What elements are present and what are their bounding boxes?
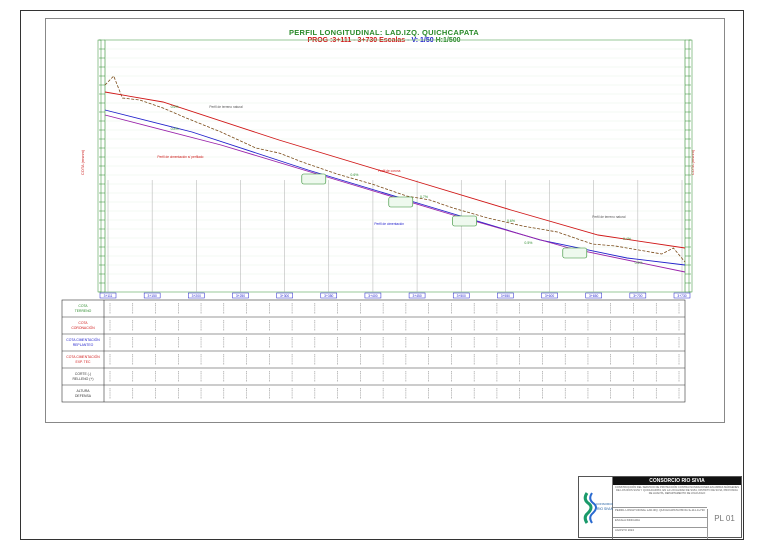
date-field: AGOSTO 2024 (613, 527, 707, 535)
note-callout (388, 196, 414, 208)
station-label: 3+111 (104, 294, 113, 298)
slope-label: 0.6% (171, 105, 179, 109)
table-row-label: TERRENO (75, 309, 92, 313)
station-label: 3+700 (633, 294, 642, 298)
station-labels: 3+111 3+150 3+200 3+250 3+300 3+350 3+400 3+450… (99, 292, 691, 299)
slope-label: 0.8% (171, 127, 179, 131)
slope-label: 0.6% (507, 219, 515, 223)
data-table: COTATERRENOCOTACORONACIÓNCOTA CIMENTACIÓ… (61, 299, 686, 403)
slope-label: 0.7% (420, 195, 428, 199)
fondo-line (104, 114, 686, 273)
station-label: 3+250 (236, 294, 245, 298)
table-row-label: COTA CIMENTACIÓN (66, 337, 100, 342)
note-terreno-top: Perfil de terreno natural (209, 105, 243, 109)
slope-labels: 0.6% 0.8% 0.6% 0.7% 0.6% 0.5% 0.4% 0.6% (171, 105, 643, 265)
station-label: 3+730 (677, 294, 686, 298)
station-label: 3+300 (280, 294, 289, 298)
table-row-label: COTA CIMENTACIÓN (66, 354, 100, 359)
cimentacion-line (104, 109, 686, 266)
table-row-label: CORTE (-) (75, 372, 91, 376)
project-description: CONSTRUCCIÓN DEL SERVICIO DE PROTECCIÓN … (615, 486, 739, 496)
station-label: 3+400 (368, 294, 377, 298)
slope-label: 0.6% (635, 261, 643, 265)
note-cimentacion: Perfil de cimentación s/ perfilado (157, 155, 203, 159)
note-callout (562, 247, 588, 259)
table-row-label: EXP. TEC (76, 360, 92, 364)
table-row-label: COTA (78, 321, 88, 325)
note-terreno-bottom: Perfil de terreno natural (592, 215, 626, 219)
table-row-label: COTA (78, 304, 88, 308)
station-label: 3+450 (412, 294, 421, 298)
slope-label: 0.4% (623, 237, 631, 241)
station-label: 3+650 (589, 294, 598, 298)
profile-notes: Perfil de terreno natural Perfil de terre… (157, 105, 626, 259)
slope-label: 0.5% (524, 241, 532, 245)
profile-plot: 3+111 3+150 3+200 3+250 3+300 3+350 3+400 3+450… (61, 39, 693, 403)
note-corona: Perfil de corona (378, 169, 401, 173)
table-row-label: RELLENO (+) (72, 377, 93, 381)
sheet-number: PL 01 (707, 509, 741, 539)
station-label: 3+550 (501, 294, 510, 298)
station-label: 3+600 (545, 294, 554, 298)
note-fondo: Perfil de cimentación (374, 222, 404, 226)
note-callout (452, 215, 477, 227)
note-callout (301, 173, 327, 185)
slope-label: 0.6% (350, 173, 358, 177)
company-logo: CONSORCIO RIO SIVIA (579, 477, 615, 539)
sheet-title: PERFIL LONGITUDINAL LAD.IZQ. QUICHCAPATA… (613, 507, 707, 515)
station-label: 3+350 (324, 294, 333, 298)
svg-text:RIO SIVIA: RIO SIVIA (597, 507, 613, 511)
title-block: CONSORCIO RIO SIVIA CONSORCIO RIO SIVIA … (578, 476, 742, 539)
table-row-label: ALTURA (76, 389, 90, 393)
company-name: CONSORCIO RIO SIVIA (613, 477, 741, 485)
station-label: 3+200 (192, 294, 201, 298)
station-label: 3+500 (457, 294, 466, 298)
scale-field: ESCALA INDICADA (613, 517, 707, 525)
svg-text:CONSORCIO: CONSORCIO (596, 502, 613, 506)
table-row-label: CORONACIÓN (71, 325, 95, 330)
table-row-label: DEFENSA (75, 394, 92, 398)
plot-grid (97, 39, 693, 293)
station-label: 3+150 (148, 294, 157, 298)
table-row-label: REPLANTEO (73, 343, 94, 347)
